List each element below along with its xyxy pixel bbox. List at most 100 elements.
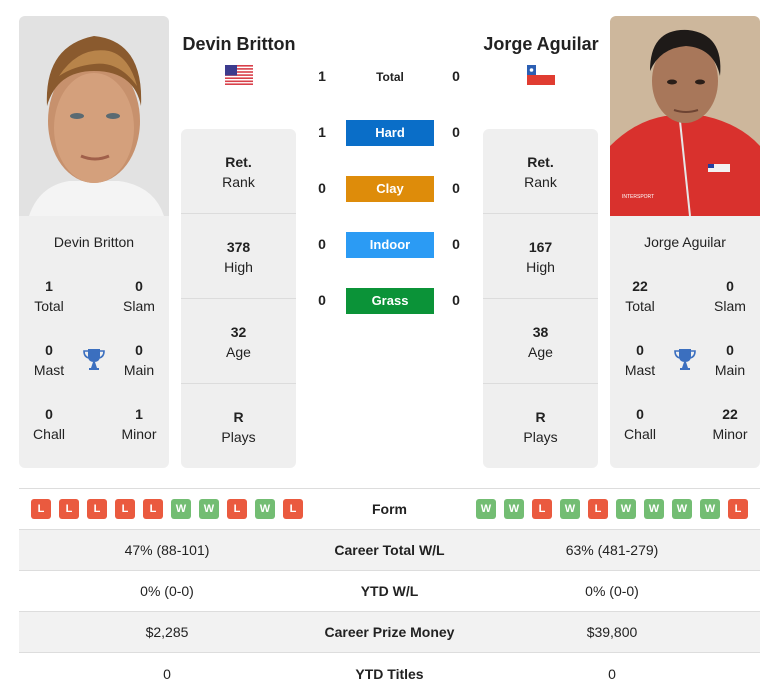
player-photo-right[interactable]: INTERSPORT [610, 16, 760, 216]
h2h-right-value: 0 [452, 180, 460, 196]
player-name-left[interactable]: Devin Britton [149, 34, 329, 55]
form-badge-win[interactable]: W [560, 499, 580, 519]
form-badge-loss[interactable]: L [87, 499, 107, 519]
titles-chall-label: Chall [624, 426, 656, 442]
ytd-titles-left: 0 [163, 665, 171, 682]
form-badge-loss[interactable]: L [31, 499, 51, 519]
titles-mast: 0 Mast [19, 340, 79, 380]
info-plays-label: Plays [221, 429, 256, 445]
info-rank-label: Rank [222, 174, 255, 190]
titles-slam-label: Slam [714, 298, 746, 314]
form-row: LLLLLWWLWL Form WWLWLWWWWL [19, 489, 760, 530]
svg-text:INTERSPORT: INTERSPORT [622, 194, 654, 200]
chile-flag-icon [527, 65, 555, 85]
form-badge-loss[interactable]: L [143, 499, 163, 519]
titles-chall-value: 0 [636, 406, 644, 422]
surface-grass-button[interactable]: Grass [346, 288, 434, 314]
form-badge-loss[interactable]: L [59, 499, 79, 519]
player-name-left-small[interactable]: Devin Britton [19, 234, 169, 250]
career-wl-label: Career Total W/L [334, 542, 445, 558]
h2h-right-value: 0 [452, 292, 460, 308]
h2h-row-hard: 1 Hard 0 [310, 120, 470, 146]
titles-main: 0 Main [700, 340, 760, 380]
form-badge-win[interactable]: W [644, 499, 664, 519]
form-badge-win[interactable]: W [672, 499, 692, 519]
info-age: 38 Age [483, 299, 598, 384]
player-name-right[interactable]: Jorge Aguilar [451, 34, 631, 55]
form-badge-loss[interactable]: L [283, 499, 303, 519]
info-plays: R Plays [181, 384, 296, 469]
form-badge-loss[interactable]: L [588, 499, 608, 519]
form-label: Form [372, 501, 407, 517]
info-high-label: High [224, 259, 253, 275]
info-rank-value: Ret. [527, 154, 554, 170]
titles-slam: 0 Slam [109, 276, 169, 316]
career-wl-row: 47% (88-101) Career Total W/L 63% (481-2… [19, 530, 760, 571]
player-photo-left[interactable] [19, 16, 169, 216]
ytd-wl-row: 0% (0-0) YTD W/L 0% (0-0) [19, 571, 760, 612]
trophy-icon [83, 349, 105, 370]
titles-mast: 0 Mast [610, 340, 670, 380]
titles-total-value: 1 [45, 278, 53, 294]
ytd-wl-left: 0% (0-0) [140, 583, 194, 599]
usa-flag-icon [225, 65, 253, 85]
h2h-row-indoor: 0 Indoor 0 [310, 232, 470, 258]
info-plays-label: Plays [523, 429, 558, 445]
surface-indoor-button[interactable]: Indoor [346, 232, 434, 258]
titles-minor-label: Minor [121, 426, 157, 442]
info-card-left: Ret. Rank 378 High 32 Age R Plays [181, 129, 296, 468]
info-high: 378 High [181, 214, 296, 299]
titles-slam: 0 Slam [700, 276, 760, 316]
info-high-label: High [526, 259, 555, 275]
career-wl-right: 63% (481-279) [565, 542, 659, 558]
h2h-left-value: 0 [318, 292, 326, 308]
form-badge-win[interactable]: W [255, 499, 275, 519]
form-badge-win[interactable]: W [476, 499, 496, 519]
titles-total-label: Total [34, 298, 64, 314]
form-badge-win[interactable]: W [199, 499, 219, 519]
titles-chall: 0 Chall [19, 404, 79, 444]
h2h-left-value: 0 [318, 236, 326, 252]
info-age: 32 Age [181, 299, 296, 384]
form-badge-loss[interactable]: L [532, 499, 552, 519]
form-badge-loss[interactable]: L [227, 499, 247, 519]
surface-hard-button[interactable]: Hard [346, 120, 434, 146]
player-name-right-small[interactable]: Jorge Aguilar [610, 234, 760, 250]
h2h-left-value: 0 [318, 180, 326, 196]
form-badge-win[interactable]: W [616, 499, 636, 519]
surface-clay-button[interactable]: Clay [346, 176, 434, 202]
h2h-label-total: Total [376, 70, 404, 84]
titles-main-label: Main [714, 362, 746, 378]
titles-slam-label: Slam [123, 298, 155, 314]
h2h-row-total: 1 Total 0 [310, 64, 470, 90]
player-header-left: Devin Britton [149, 34, 329, 85]
ytd-wl-label: YTD W/L [360, 583, 419, 599]
titles-slam-value: 0 [135, 278, 143, 294]
titles-minor-value: 22 [722, 406, 738, 422]
h2h-right-value: 0 [452, 68, 460, 84]
form-badge-win[interactable]: W [171, 499, 191, 519]
ytd-wl-right: 0% (0-0) [585, 583, 639, 599]
info-rank-value: Ret. [225, 154, 252, 170]
info-high-value: 167 [528, 239, 553, 255]
career-wl-left: 47% (88-101) [124, 542, 210, 558]
titles-main-value: 0 [135, 342, 143, 358]
titles-mast-value: 0 [636, 342, 644, 358]
form-badge-loss[interactable]: L [115, 499, 135, 519]
form-badge-win[interactable]: W [504, 499, 524, 519]
info-card-right: Ret. Rank 167 High 38 Age R Plays [483, 129, 598, 468]
form-badge-loss[interactable]: L [728, 499, 748, 519]
titles-chall: 0 Chall [610, 404, 670, 444]
titles-total: 22 Total [610, 276, 670, 316]
h2h-row-grass: 0 Grass 0 [310, 288, 470, 314]
form-badge-win[interactable]: W [700, 499, 720, 519]
info-age-value: 32 [230, 324, 247, 340]
info-plays-value: R [233, 409, 244, 425]
titles-main-value: 0 [726, 342, 734, 358]
h2h-right-value: 0 [452, 236, 460, 252]
info-plays: R Plays [483, 384, 598, 469]
info-high-value: 378 [226, 239, 251, 255]
titles-minor: 22 Minor [700, 404, 760, 444]
titles-chall-value: 0 [45, 406, 53, 422]
titles-minor-label: Minor [712, 426, 748, 442]
